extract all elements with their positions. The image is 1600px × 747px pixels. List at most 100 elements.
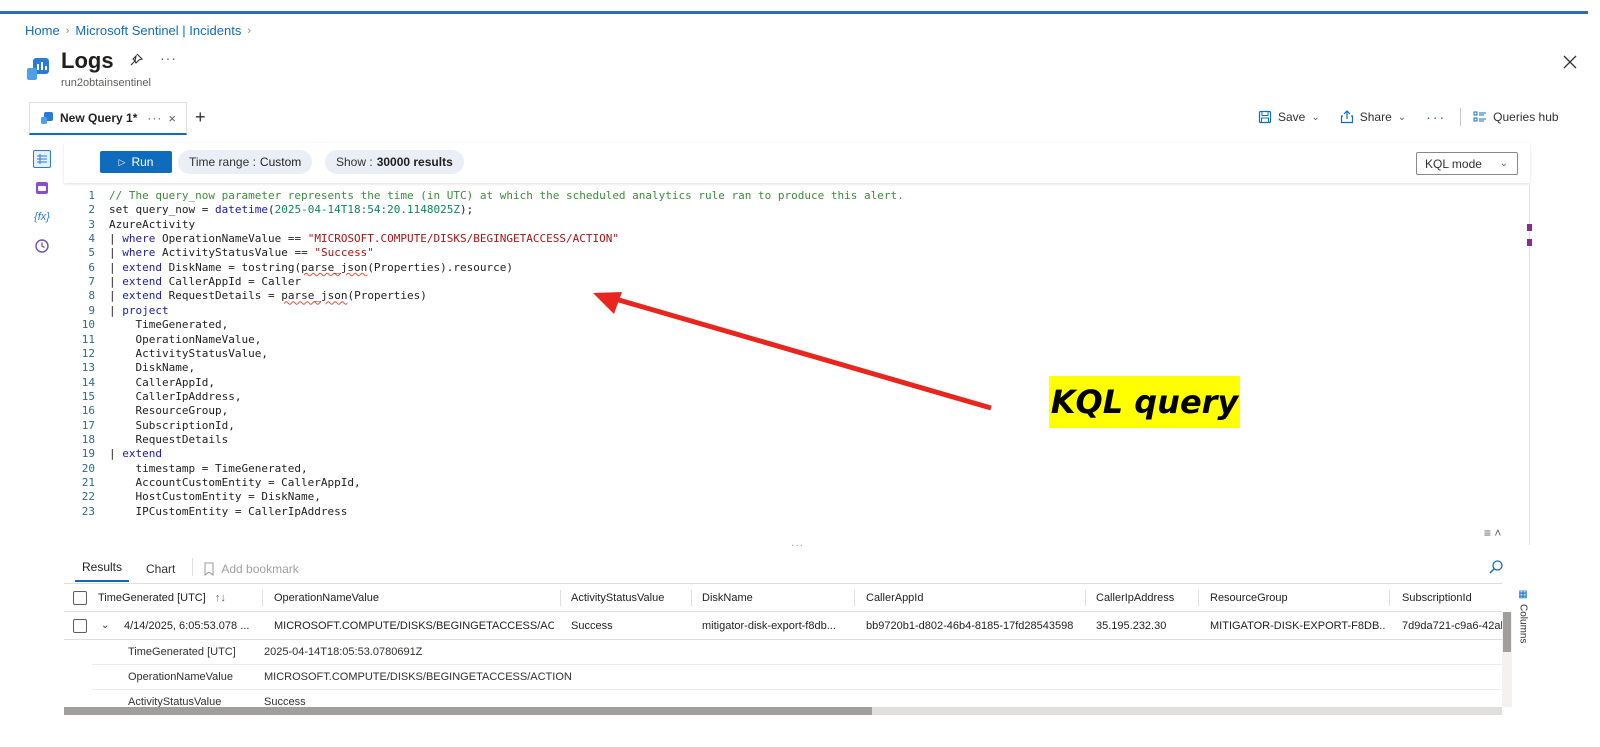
queries-icon[interactable] xyxy=(33,179,51,197)
scroll-thumb[interactable] xyxy=(64,707,872,715)
column-header-diskname[interactable]: DiskName xyxy=(702,584,753,612)
code-line[interactable]: 22 HostCustomEntity = DiskName, xyxy=(64,490,321,504)
annotation-arrow xyxy=(593,292,992,411)
column-divider[interactable] xyxy=(262,590,263,606)
functions-icon[interactable]: {fx} xyxy=(33,208,51,226)
bookmark-icon xyxy=(204,562,214,576)
show-results-picker[interactable]: Show : 30000 results xyxy=(325,150,464,174)
collapse-editor-icon[interactable]: ≡ ˄ xyxy=(1484,526,1501,540)
share-button[interactable]: Share ⌄ xyxy=(1340,110,1406,124)
time-range-value: Custom xyxy=(259,155,302,169)
breadcrumb-sentinel-incidents[interactable]: Microsoft Sentinel | Incidents xyxy=(75,23,241,38)
tables-icon[interactable] xyxy=(33,150,51,168)
columns-panel-toggle[interactable]: ▦ Columns xyxy=(1514,589,1532,669)
code-line[interactable]: 10 TimeGenerated, xyxy=(64,318,228,332)
code-token: parse_json xyxy=(281,289,348,303)
queries-hub-label: Queries hub xyxy=(1493,110,1559,124)
detail-key: OperationNameValue xyxy=(128,671,233,683)
horizontal-scrollbar[interactable] xyxy=(64,707,1502,715)
code-line[interactable]: 7 | extend CallerAppId = Caller xyxy=(64,275,301,289)
column-divider[interactable] xyxy=(691,590,692,606)
save-button[interactable]: Save ⌄ xyxy=(1258,110,1320,124)
column-header-resourcegroup[interactable]: ResourceGroup xyxy=(1210,584,1288,612)
code-line[interactable]: 14 CallerAppId, xyxy=(64,376,215,390)
tab-close-icon[interactable]: × xyxy=(168,111,176,126)
code-line[interactable]: 2 set query_now = datetime(2025-04-14T18:… xyxy=(64,203,473,217)
search-icon[interactable] xyxy=(1488,559,1504,575)
code-token: where xyxy=(122,232,156,246)
sort-icon[interactable]: ↑↓ xyxy=(215,592,226,604)
code-line[interactable]: 16 ResourceGroup, xyxy=(64,404,228,418)
code-line[interactable]: 17 SubscriptionId, xyxy=(64,419,235,433)
more-options-icon[interactable]: ··· xyxy=(160,50,177,66)
code-token: set query_now = xyxy=(109,203,215,217)
code-line[interactable]: 15 CallerIpAddress, xyxy=(64,390,242,404)
toolbar: Save ⌄ Share ⌄ ··· Queries hub xyxy=(1258,108,1559,126)
code-line[interactable]: 12 ActivityStatusValue, xyxy=(64,347,268,361)
tab-chart[interactable]: Chart xyxy=(139,562,182,582)
code-token: | xyxy=(109,447,123,461)
code-line[interactable]: 13 DiskName, xyxy=(64,361,195,375)
time-range-picker[interactable]: Time range : Custom xyxy=(178,150,313,174)
line-number: 2 xyxy=(88,203,95,217)
select-all-checkbox[interactable] xyxy=(73,591,87,605)
code-line[interactable]: 3 AzureActivity xyxy=(64,218,195,232)
row-checkbox[interactable] xyxy=(73,619,87,633)
chevron-right-icon: › xyxy=(247,24,251,37)
column-header-calleripaddress[interactable]: CallerIpAddress xyxy=(1096,584,1174,612)
line-number: 9 xyxy=(88,303,95,317)
save-icon xyxy=(1258,110,1272,124)
run-button[interactable]: ▷ Run xyxy=(100,151,172,173)
share-label: Share xyxy=(1359,110,1392,124)
code-line[interactable]: 9 | project xyxy=(64,303,168,318)
breadcrumb: Home › Microsoft Sentinel | Incidents › xyxy=(25,23,251,38)
code-line[interactable]: 23 IPCustomEntity = CallerIpAddress xyxy=(64,505,348,519)
more-icon[interactable]: ··· xyxy=(1426,109,1446,125)
code-line[interactable]: 6 | extend DiskName = tostring(parse_json… xyxy=(64,261,513,275)
close-icon[interactable] xyxy=(1562,54,1578,70)
column-divider[interactable] xyxy=(1389,590,1390,606)
grid-header-row: TimeGenerated [UTC] ↑↓ OperationNameValu… xyxy=(64,584,1502,612)
add-bookmark-button[interactable]: Add bookmark xyxy=(203,562,299,582)
column-header-callerappid[interactable]: CallerAppId xyxy=(866,584,923,612)
add-bookmark-label: Add bookmark xyxy=(221,562,299,576)
code-token: ( xyxy=(267,203,275,217)
code-line[interactable]: 19 | extend xyxy=(64,447,162,461)
code-line[interactable]: 11 OperationNameValue, xyxy=(64,333,262,347)
code-token: (Properties) xyxy=(347,289,427,303)
tab-new-query[interactable]: New Query 1* ··· × xyxy=(29,102,187,135)
column-divider[interactable] xyxy=(1085,590,1086,606)
cell-callerappid: bb9720b1-d802-46b4-8185-17fd28543598 xyxy=(866,620,1074,632)
code-token: DiskName = tostring( xyxy=(162,260,302,274)
queries-hub-button[interactable]: Queries hub xyxy=(1473,110,1559,124)
pane-splitter[interactable]: ··· xyxy=(791,540,804,551)
column-header-timegenerated[interactable]: TimeGenerated [UTC] ↑↓ xyxy=(98,584,226,612)
pin-icon[interactable] xyxy=(128,52,144,68)
detail-row: TimeGenerated [UTC] 2025-04-14T18:05:53.… xyxy=(92,640,1502,665)
kql-mode-select[interactable]: KQL mode ⌄ xyxy=(1416,152,1518,175)
breadcrumb-home[interactable]: Home xyxy=(25,23,60,38)
column-header-activitystatusvalue[interactable]: ActivityStatusValue xyxy=(571,584,664,612)
scroll-thumb[interactable] xyxy=(1503,612,1511,652)
tab-results[interactable]: Results xyxy=(75,560,130,582)
column-header-operationnamevalue[interactable]: OperationNameValue xyxy=(274,584,379,612)
chevron-down-icon[interactable]: ⌄ xyxy=(101,612,109,640)
column-divider[interactable] xyxy=(854,590,855,606)
code-line[interactable]: 1 // The query_now parameter represents t… xyxy=(64,189,903,203)
line-number: 6 xyxy=(88,260,95,274)
history-icon[interactable] xyxy=(33,237,51,255)
column-divider[interactable] xyxy=(560,590,561,606)
code-line[interactable]: 20 timestamp = TimeGenerated, xyxy=(64,462,308,476)
column-divider[interactable] xyxy=(1198,590,1199,606)
code-line[interactable]: 4 | where OperationNameValue == "MICROSOF… xyxy=(64,232,619,246)
column-header-subscriptionid[interactable]: SubscriptionId xyxy=(1402,584,1472,612)
vertical-scrollbar[interactable] xyxy=(1502,612,1512,707)
code-line[interactable]: 21 AccountCustomEntity = CallerAppId, xyxy=(64,476,361,490)
table-row[interactable]: ⌄ 4/14/2025, 6:05:53.078 ... MICROSOFT.C… xyxy=(64,612,1502,640)
code-line[interactable]: 8 | extend RequestDetails = parse_json (Pr… xyxy=(64,289,427,303)
code-line[interactable]: 5 | where ActivityStatusValue == "Success… xyxy=(64,246,374,260)
tab-more-icon[interactable]: ··· xyxy=(147,111,162,125)
add-tab-icon[interactable]: + xyxy=(195,107,206,128)
code-line[interactable]: 18 RequestDetails xyxy=(64,433,228,447)
left-icon-rail: {fx} xyxy=(33,150,55,266)
